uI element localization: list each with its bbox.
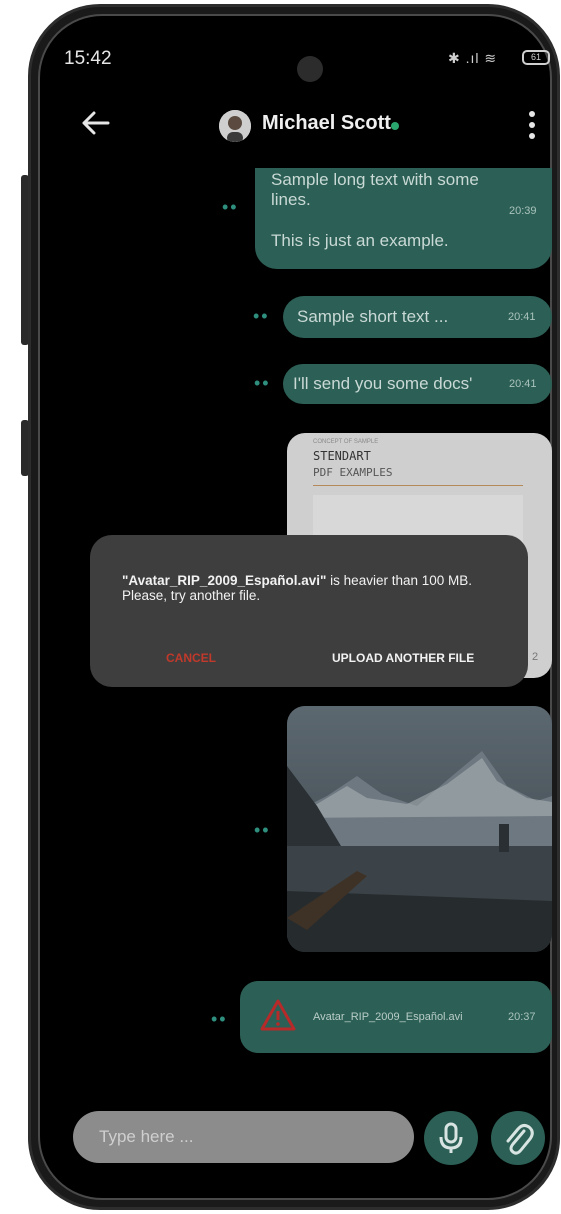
message-bubble[interactable]: I'll send you some docs' 20:41	[283, 364, 552, 404]
doc-header-small: CONCEPT OF SAMPLE	[313, 439, 379, 445]
microphone-icon	[439, 1122, 463, 1153]
microphone-button[interactable]	[424, 1111, 478, 1165]
contact-name[interactable]: Michael Scott	[262, 112, 391, 135]
online-status-dot	[391, 122, 399, 130]
message-input[interactable]	[73, 1111, 414, 1163]
delivered-ticks-icon: ••	[211, 1009, 228, 1029]
cancel-button[interactable]: CANCEL	[166, 651, 216, 665]
status-time: 15:42	[64, 48, 112, 69]
status-icons: ✱ .ıl ≋	[448, 50, 498, 66]
doc-rule	[313, 485, 523, 486]
message-time: 2	[532, 651, 539, 663]
delivered-ticks-icon: ••	[254, 373, 271, 393]
delivered-ticks-icon: ••	[253, 306, 270, 326]
message-text: Sample short text ...	[297, 307, 449, 326]
attach-button[interactable]	[491, 1111, 545, 1165]
dialog-file-name: "Avatar_RIP_2009_Español.avi"	[122, 573, 327, 588]
message-text: Sample long text with some	[271, 170, 479, 189]
message-text: lines.	[271, 190, 311, 209]
delivered-ticks-icon: ••	[222, 197, 239, 217]
back-arrow-icon[interactable]	[78, 105, 114, 141]
doc-title: STENDART	[313, 449, 371, 463]
avatar-face-icon	[219, 110, 251, 142]
file-too-large-dialog: "Avatar_RIP_2009_Español.avi" is heavier…	[90, 535, 528, 687]
warning-icon	[260, 999, 296, 1031]
battery-icon: 61	[522, 50, 550, 65]
file-name: Avatar_RIP_2009_Español.avi	[313, 1011, 463, 1023]
image-message[interactable]	[287, 706, 552, 952]
message-bubble[interactable]: Sample long text with some lines. This i…	[255, 168, 552, 269]
message-bubble[interactable]: Sample short text ... 20:41	[283, 296, 552, 338]
file-message[interactable]: Avatar_RIP_2009_Español.avi 20:37	[240, 981, 552, 1053]
more-options-icon[interactable]	[524, 108, 540, 144]
delivered-ticks-icon: ••	[254, 820, 271, 840]
message-time: 20:37	[508, 1011, 536, 1023]
paperclip-icon	[506, 1123, 534, 1155]
doc-subtitle: PDF EXAMPLES	[313, 466, 393, 479]
landscape-image	[287, 706, 552, 952]
camera	[297, 56, 323, 82]
message-input-container	[73, 1111, 414, 1163]
message-time: 20:41	[509, 378, 537, 390]
message-time: 20:39	[509, 205, 537, 217]
upload-another-file-button[interactable]: UPLOAD ANOTHER FILE	[332, 651, 474, 665]
message-text: I'll send you some docs'	[293, 374, 473, 393]
message-time: 20:41	[508, 311, 536, 323]
dialog-message: "Avatar_RIP_2009_Español.avi" is heavier…	[122, 573, 512, 603]
message-text: This is just an example.	[271, 231, 449, 250]
avatar[interactable]	[219, 110, 251, 142]
